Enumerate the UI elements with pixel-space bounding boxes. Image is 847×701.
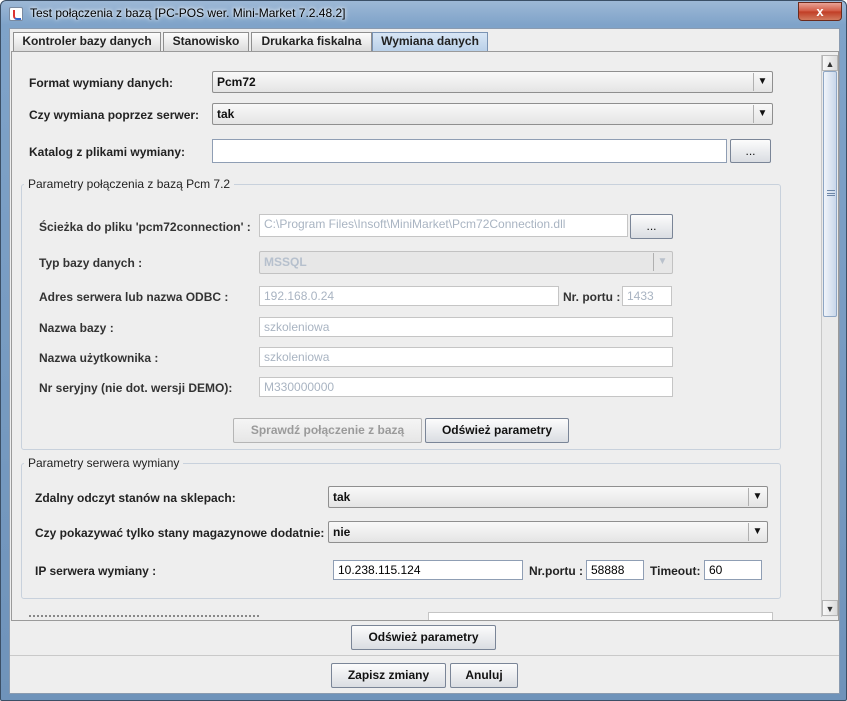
clipped-label-fragment — [29, 615, 259, 620]
timeout-input[interactable]: 60 — [704, 560, 762, 580]
db-user-input[interactable]: szkoleniowa — [259, 347, 673, 367]
db-user-label: Nazwa użytkownika : — [39, 351, 159, 365]
separator — [10, 655, 839, 656]
pcm-port-input[interactable]: 1433 — [622, 286, 672, 306]
positive-stock-combo[interactable]: nie ▼ — [328, 521, 768, 543]
exchange-port-label: Nr.portu : — [529, 564, 583, 578]
exchange-port-input[interactable]: 58888 — [586, 560, 644, 580]
grip-icon — [827, 190, 835, 196]
server-exchange-label: Czy wymiana poprzez serwer: — [29, 108, 200, 122]
db-name-input[interactable]: szkoleniowa — [259, 317, 673, 337]
clipped-field-fragment — [428, 612, 773, 620]
remote-read-value: tak — [333, 490, 351, 504]
scroll-up-icon[interactable]: ▲ — [822, 55, 838, 71]
title-bar[interactable]: Test połączenia z bazą [PC-POS wer. Mini… — [1, 1, 846, 27]
chevron-down-icon[interactable]: ▼ — [748, 523, 766, 541]
tab-data-exchange[interactable]: Wymiana danych — [372, 32, 488, 52]
format-label: Format wymiany danych: — [29, 76, 174, 90]
pcm-path-browse-button[interactable]: ... — [630, 214, 673, 239]
app-window: Test połączenia z bazą [PC-POS wer. Mini… — [0, 0, 847, 701]
chevron-down-icon[interactable]: ▼ — [753, 73, 771, 91]
db-type-combo[interactable]: MSSQL ▼ — [259, 251, 673, 274]
close-button[interactable]: x — [798, 2, 842, 21]
catalog-label: Katalog z plikami wymiany: — [29, 145, 186, 159]
exchange-ip-label: IP serwera wymiany : — [35, 564, 157, 578]
pcm-path-label: Ścieżka do pliku 'pcm72connection' : — [39, 220, 251, 234]
positive-stock-value: nie — [333, 525, 351, 539]
format-value: Pcm72 — [217, 75, 256, 89]
remote-read-combo[interactable]: tak ▼ — [328, 486, 768, 508]
db-type-value: MSSQL — [264, 255, 307, 269]
catalog-browse-button[interactable]: ... — [730, 139, 771, 163]
timeout-label: Timeout: — [650, 564, 701, 578]
positive-stock-label: Czy pokazywać tylko stany magazynowe dod… — [35, 526, 325, 540]
format-combo[interactable]: Pcm72 ▼ — [212, 71, 773, 93]
db-type-label: Typ bazy danych : — [39, 256, 143, 270]
pcm-group-title: Parametry połączenia z bazą Pcm 7.2 — [24, 177, 235, 191]
serial-input[interactable]: M330000000 — [259, 377, 673, 397]
server-exchange-combo[interactable]: tak ▼ — [212, 103, 773, 125]
exchange-group-title: Parametry serwera wymiany — [24, 456, 184, 470]
window-title: Test połączenia z bazą [PC-POS wer. Mini… — [30, 6, 346, 20]
test-connection-button[interactable]: Sprawdź połączenie z bazą — [233, 418, 422, 443]
save-changes-button[interactable]: Zapisz zmiany — [331, 663, 446, 688]
chevron-down-icon: ▼ — [653, 253, 671, 271]
scroll-thumb[interactable] — [823, 71, 837, 317]
server-exchange-value: tak — [217, 107, 235, 121]
pcm-refresh-button[interactable]: Odśwież parametry — [425, 418, 569, 443]
tab-bar: Kontroler bazy danych Stanowisko Drukark… — [10, 29, 839, 52]
db-name-label: Nazwa bazy : — [39, 321, 114, 335]
serial-label: Nr seryjny (nie dot. wersji DEMO): — [39, 381, 233, 395]
catalog-input[interactable] — [212, 139, 727, 163]
cancel-button[interactable]: Anuluj — [450, 663, 518, 688]
vertical-scrollbar[interactable]: ▲ ▼ — [821, 55, 838, 617]
clipped-row — [29, 612, 429, 620]
tab-workstation[interactable]: Stanowisko — [163, 32, 249, 51]
scroll-down-icon[interactable]: ▼ — [822, 600, 838, 616]
pcm-path-input[interactable]: C:\Program Files\Insoft\MiniMarket\Pcm72… — [259, 214, 628, 237]
dialog-content: Kontroler bazy danych Stanowisko Drukark… — [9, 28, 840, 694]
tab-database-controller[interactable]: Kontroler bazy danych — [13, 32, 161, 51]
server-address-label: Adres serwera lub nazwa ODBC : — [39, 290, 229, 304]
server-address-input[interactable]: 192.168.0.24 — [259, 286, 559, 306]
tab-fiscal-printer[interactable]: Drukarka fiskalna — [251, 32, 372, 51]
chevron-down-icon[interactable]: ▼ — [753, 105, 771, 123]
pcm-port-label: Nr. portu : — [563, 290, 621, 304]
exchange-ip-input[interactable]: 10.238.115.124 — [333, 560, 523, 580]
remote-read-label: Zdalny odczyt stanów na sklepach: — [35, 491, 236, 505]
java-icon — [9, 7, 23, 21]
tab-panel-data-exchange: Format wymiany danych: Pcm72 ▼ Czy wymia… — [11, 51, 839, 621]
refresh-parameters-button[interactable]: Odśwież parametry — [351, 625, 496, 650]
chevron-down-icon[interactable]: ▼ — [748, 488, 766, 506]
